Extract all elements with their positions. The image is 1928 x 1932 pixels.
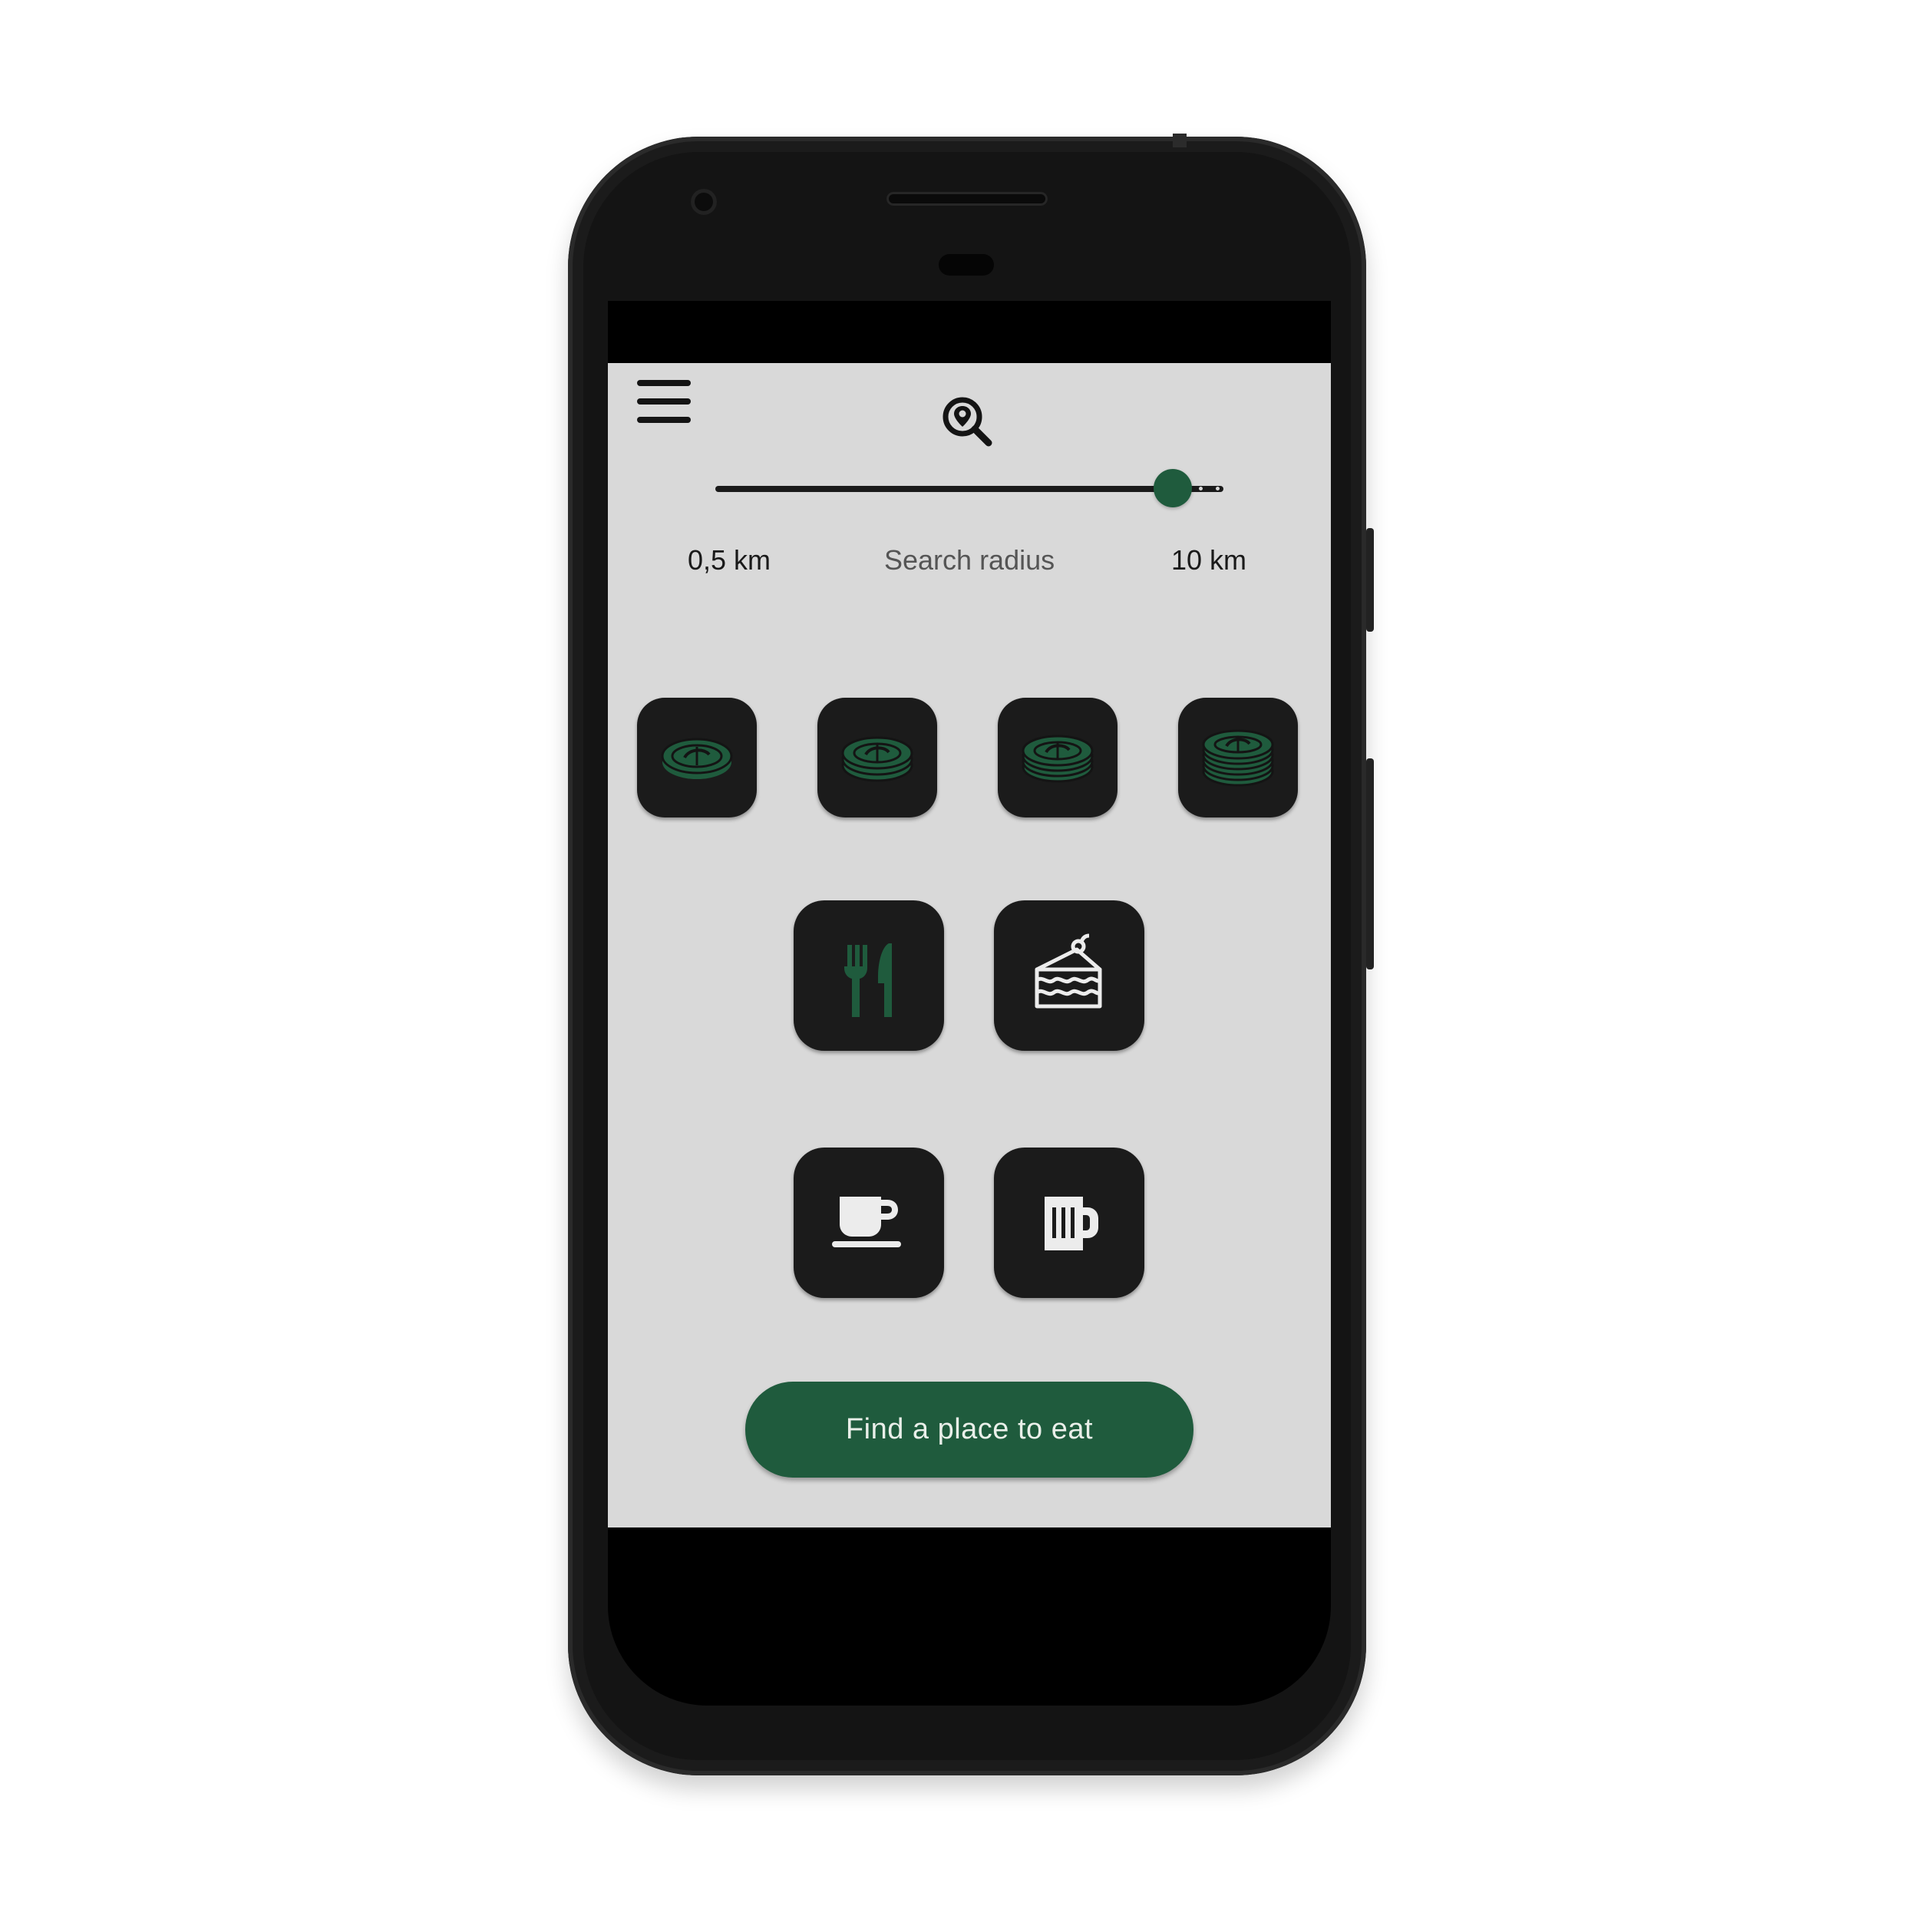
screen: 0,5 km Search radius 10 km Find a place … <box>608 301 1331 1529</box>
search-radius-slider[interactable] <box>715 469 1223 507</box>
category-bar-button[interactable] <box>994 1148 1144 1298</box>
slider-tick <box>1216 487 1220 490</box>
proximity-sensor <box>939 254 994 276</box>
coins-2-icon <box>841 736 913 782</box>
beer-mug-icon <box>1045 1197 1098 1250</box>
radius-max-label: 10 km <box>1171 544 1247 576</box>
power-button <box>1366 758 1374 969</box>
hamburger-line <box>637 398 691 405</box>
slider-thumb[interactable] <box>1153 469 1192 507</box>
location-search-icon <box>943 397 992 447</box>
price-level-4-button[interactable] <box>1178 698 1298 817</box>
coffee-cup-icon <box>832 1197 901 1247</box>
coins-1-icon <box>661 738 733 779</box>
phone-frame: 0,5 km Search radius 10 km Find a place … <box>568 134 1374 1775</box>
earpiece-speaker <box>886 192 1048 206</box>
app-view: 0,5 km Search radius 10 km Find a place … <box>608 363 1331 1527</box>
volume-button <box>1366 528 1374 632</box>
radius-caption: Search radius <box>884 544 1055 576</box>
stage: 0,5 km Search radius 10 km Find a place … <box>0 0 1928 1932</box>
hamburger-line <box>637 417 691 423</box>
front-camera <box>691 189 717 215</box>
hamburger-menu-icon <box>637 380 691 386</box>
coins-3-icon <box>1022 735 1094 783</box>
category-restaurant-button[interactable] <box>794 900 944 1051</box>
price-level-1-button[interactable] <box>637 698 757 817</box>
find-place-button[interactable]: Find a place to eat <box>745 1382 1193 1478</box>
coins-4-icon <box>1202 729 1274 787</box>
phone-chin <box>608 1529 1331 1706</box>
slider-track <box>715 486 1223 492</box>
category-cafe-button[interactable] <box>794 1148 944 1298</box>
price-level-2-button[interactable] <box>817 698 937 817</box>
phone-top-detail <box>1173 134 1187 147</box>
slider-tick <box>1199 487 1203 490</box>
fork-knife-icon <box>844 943 892 1017</box>
category-dessert-button[interactable] <box>994 900 1144 1051</box>
price-level-3-button[interactable] <box>998 698 1118 817</box>
cake-icon <box>1035 933 1102 1009</box>
menu-button[interactable] <box>637 380 692 426</box>
radius-min-label: 0,5 km <box>688 544 771 576</box>
